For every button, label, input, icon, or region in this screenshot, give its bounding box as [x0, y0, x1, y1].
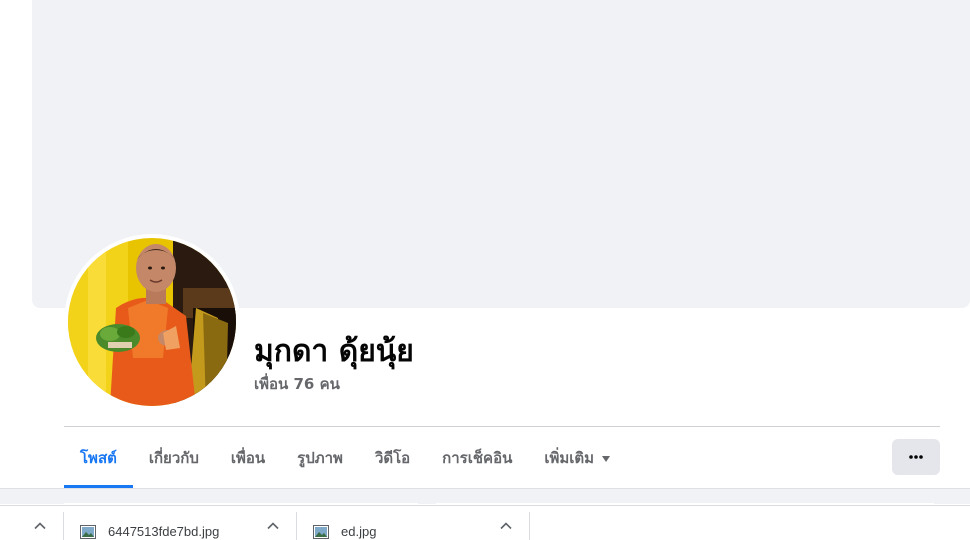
tab-label: โพสต์ — [80, 449, 117, 467]
profile-tabs: โพสต์ เกี่ยวกับ เพื่อน รูปภาพ วิดีโอ การ… — [64, 428, 626, 488]
image-file-icon — [80, 525, 96, 539]
friends-count[interactable]: เพื่อน 76 คน — [254, 373, 340, 395]
download-item[interactable]: 6447513fde7bd.jpg — [80, 523, 219, 540]
profile-name: มุกดา ดุ้ยนุ้ย — [254, 334, 414, 369]
more-options-button[interactable] — [892, 439, 940, 475]
tab-label: เพื่อน — [230, 449, 266, 467]
caret-down-icon — [602, 456, 611, 462]
tab-photos[interactable]: รูปภาพ — [281, 428, 359, 488]
download-item[interactable]: ed.jpg — [313, 523, 376, 540]
tab-about[interactable]: เกี่ยวกับ — [133, 428, 215, 488]
feed-background — [0, 488, 970, 504]
download-filename: 6447513fde7bd.jpg — [108, 524, 220, 539]
tab-videos[interactable]: วิดีโอ — [359, 428, 426, 488]
tab-checkins[interactable]: การเช็คอิน — [426, 428, 528, 488]
tab-label: เพิ่มเติม — [544, 449, 595, 467]
download-separator — [296, 512, 297, 540]
tab-posts[interactable]: โพสต์ — [64, 428, 133, 488]
chevron-up-icon[interactable] — [499, 519, 513, 533]
tab-friends[interactable]: เพื่อน — [215, 428, 281, 488]
ellipsis-icon — [909, 455, 923, 459]
chevron-up-icon[interactable] — [33, 519, 47, 533]
downloads-bar: 6447513fde7bd.jpg ed.jpg — [0, 505, 970, 540]
chevron-up-icon[interactable] — [266, 519, 280, 533]
tab-label: เกี่ยวกับ — [148, 449, 199, 467]
image-file-icon — [313, 525, 329, 539]
tab-more[interactable]: เพิ่มเติม — [528, 428, 626, 488]
download-separator — [63, 512, 64, 540]
download-separator — [529, 512, 530, 540]
tab-label: การเช็คอิน — [442, 449, 513, 467]
download-filename: ed.jpg — [341, 524, 377, 539]
avatar-photo — [68, 238, 236, 406]
tab-label: วิดีโอ — [374, 449, 411, 467]
header-divider — [64, 426, 940, 427]
profile-avatar[interactable] — [68, 238, 236, 406]
tab-label: รูปภาพ — [297, 449, 343, 467]
